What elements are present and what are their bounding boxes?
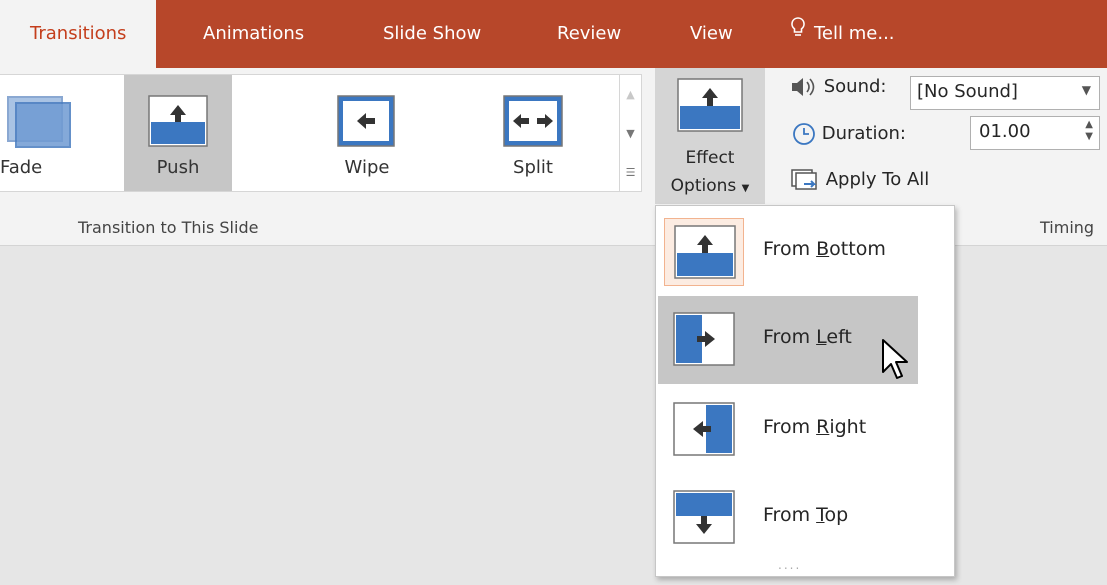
split-transition-icon	[503, 95, 563, 147]
menu-item-label: From Left	[763, 326, 852, 348]
wipe-transition-icon	[337, 95, 395, 147]
tell-me-box[interactable]: Tell me...	[790, 0, 895, 68]
sound-label: Sound:	[823, 76, 887, 97]
push-from-left-icon	[673, 312, 735, 366]
menu-item-icon-frame	[664, 306, 744, 374]
push-from-top-icon	[673, 490, 735, 544]
clock-icon	[792, 123, 822, 145]
gallery-label-split: Split	[513, 157, 553, 178]
effect-options-label-line1: Effect	[685, 148, 735, 168]
gallery-item-push[interactable]: Push	[124, 75, 232, 191]
spin-arrows-icon[interactable]: ▲ ▼	[1085, 119, 1093, 143]
tab-view[interactable]: View	[690, 0, 733, 68]
group-label-transition: Transition to This Slide	[78, 218, 259, 237]
effect-options-button[interactable]: Effect Options ▼	[655, 68, 765, 204]
chevron-down-icon: ▼	[1081, 83, 1091, 97]
gallery-label-fade: Fade	[0, 157, 43, 178]
gallery-scroll-down-icon[interactable]: ▼	[620, 114, 641, 153]
effect-options-label-line2: Options ▼	[655, 176, 765, 196]
transition-gallery: Fade Push Wipe Split	[0, 74, 620, 192]
menu-resize-grip[interactable]: ....	[778, 558, 801, 572]
gallery-scrollbar[interactable]: ▲ ▼ ☰	[620, 74, 642, 192]
mouse-cursor-icon	[882, 339, 908, 379]
speaker-icon	[790, 76, 824, 97]
apply-to-all-icon	[790, 169, 826, 190]
tab-transitions[interactable]: Transitions	[0, 0, 157, 68]
menu-item-from-bottom[interactable]: From Bottom	[658, 208, 918, 296]
gallery-label-wipe: Wipe	[344, 157, 390, 178]
gallery-more-icon[interactable]: ☰	[620, 153, 641, 192]
menu-item-from-left[interactable]: From Left	[658, 296, 918, 384]
tab-slide-show[interactable]: Slide Show	[383, 0, 481, 68]
gallery-scroll-up-icon[interactable]: ▲	[620, 75, 641, 114]
tab-animations[interactable]: Animations	[203, 0, 304, 68]
gallery-label-push: Push	[156, 157, 200, 178]
effect-options-menu: From Bottom From Left From Right From To…	[655, 205, 955, 577]
sound-select-value: [No Sound]	[917, 81, 1018, 102]
gallery-item-split[interactable]: Split	[478, 75, 588, 191]
push-transition-icon	[148, 95, 208, 147]
gallery-item-wipe[interactable]: Wipe	[312, 75, 422, 191]
tell-me-label: Tell me...	[814, 23, 895, 44]
push-from-bottom-icon	[674, 225, 736, 279]
menu-item-label: From Bottom	[763, 238, 886, 260]
effect-options-icon	[677, 78, 743, 132]
sound-select[interactable]: [No Sound] ▼	[910, 76, 1100, 110]
menu-item-from-top[interactable]: From Top	[658, 474, 918, 562]
duration-label: Duration:	[821, 123, 906, 144]
sound-row: Sound:	[790, 76, 886, 98]
menu-item-icon-frame	[664, 218, 744, 286]
group-label-timing: Timing	[1040, 218, 1095, 237]
menu-item-icon-frame	[664, 484, 744, 552]
duration-input[interactable]: 01.00 ▲ ▼	[970, 116, 1100, 150]
menu-item-label: From Top	[763, 504, 849, 526]
gallery-item-fade[interactable]: Fade	[0, 75, 71, 191]
push-from-right-icon	[673, 402, 735, 456]
duration-value: 01.00	[979, 121, 1031, 142]
apply-to-all-button[interactable]: Apply To All	[790, 168, 929, 192]
menu-item-from-right[interactable]: From Right	[658, 386, 918, 474]
lightbulb-icon	[790, 0, 806, 68]
duration-row: Duration:	[792, 122, 906, 146]
menu-item-icon-frame	[664, 396, 744, 464]
tab-review[interactable]: Review	[557, 0, 621, 68]
fade-transition-icon	[7, 96, 71, 148]
ribbon-tab-bar: Transitions Animations Slide Show Review…	[0, 0, 1107, 68]
apply-to-all-label: Apply To All	[825, 169, 930, 190]
dropdown-caret-icon: ▼	[741, 183, 750, 194]
effect-options-label-text: Options	[670, 176, 737, 196]
menu-item-label: From Right	[763, 416, 867, 438]
